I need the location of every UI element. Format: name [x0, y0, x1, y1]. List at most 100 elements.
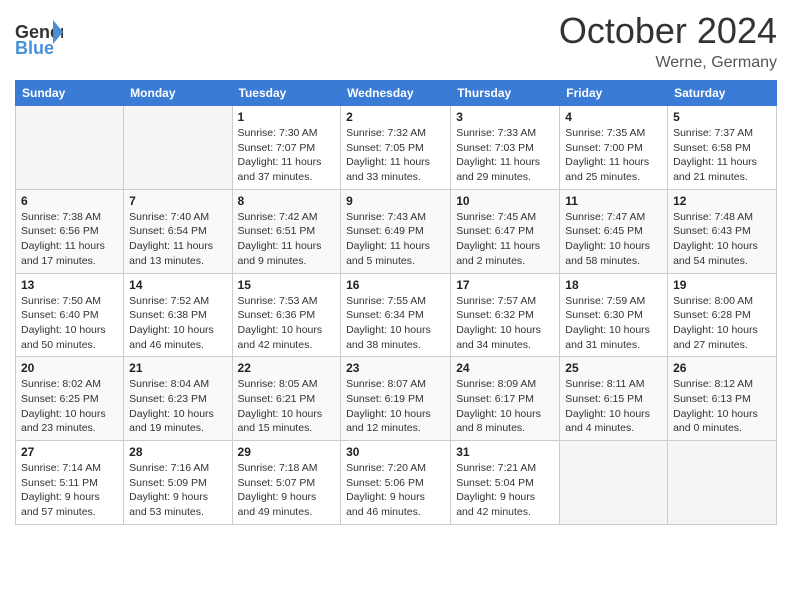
- calendar-cell: 9 Sunrise: 7:43 AMSunset: 6:49 PMDaylight…: [341, 189, 451, 273]
- calendar-cell: 24 Sunrise: 8:09 AMSunset: 6:17 PMDayligh…: [451, 357, 560, 441]
- page: General Blue October 2024 Werne, Germany…: [0, 0, 792, 612]
- calendar-cell: 16Sunrise: 7:55 AMSunset: 6:34 PMDayligh…: [341, 273, 451, 357]
- calendar-cell: 14 Sunrise: 7:52 AMSunset: 6:38 PMDayligh…: [124, 273, 232, 357]
- day-info: Sunrise: 7:40 AMSunset: 6:54 PMDaylight:…: [129, 210, 226, 269]
- day-info: Sunrise: 8:04 AMSunset: 6:23 PMDaylight:…: [129, 377, 226, 436]
- calendar-cell: 1 Sunrise: 7:30 AMSunset: 7:07 PMDaylight…: [232, 106, 341, 190]
- calendar-cell: 6Sunrise: 7:38 AMSunset: 6:56 PMDaylight…: [16, 189, 124, 273]
- day-info: Sunrise: 7:42 AMSunset: 6:51 PMDaylight:…: [238, 210, 336, 269]
- day-info: Sunrise: 8:02 AMSunset: 6:25 PMDaylight:…: [21, 377, 118, 436]
- calendar-cell: 23 Sunrise: 8:07 AMSunset: 6:19 PMDayligh…: [341, 357, 451, 441]
- day-info: Sunrise: 7:48 AMSunset: 6:43 PMDaylight:…: [673, 210, 771, 269]
- calendar-cell: 4 Sunrise: 7:35 AMSunset: 7:00 PMDaylight…: [560, 106, 668, 190]
- calendar-cell: 19 Sunrise: 8:00 AMSunset: 6:28 PMDayligh…: [668, 273, 777, 357]
- calendar-cell: 8Sunrise: 7:42 AMSunset: 6:51 PMDaylight…: [232, 189, 341, 273]
- title-block: October 2024 Werne, Germany: [559, 10, 777, 72]
- day-info: Sunrise: 8:09 AMSunset: 6:17 PMDaylight:…: [456, 377, 554, 436]
- calendar-cell: [560, 441, 668, 525]
- calendar-cell: 28 Sunrise: 7:16 AMSunset: 5:09 PMDayligh…: [124, 441, 232, 525]
- day-number: 20: [21, 361, 118, 375]
- day-info: Sunrise: 7:52 AMSunset: 6:38 PMDaylight:…: [129, 294, 226, 353]
- day-number: 3: [456, 110, 554, 124]
- day-info: Sunrise: 7:30 AMSunset: 7:07 PMDaylight:…: [238, 126, 336, 185]
- day-number: 15: [238, 278, 336, 292]
- calendar-cell: 27 Sunrise: 7:14 AMSunset: 5:11 PMDayligh…: [16, 441, 124, 525]
- calendar-cell: 10 Sunrise: 7:45 AMSunset: 6:47 PMDayligh…: [451, 189, 560, 273]
- calendar-cell: 30Sunrise: 7:20 AMSunset: 5:06 PMDayligh…: [341, 441, 451, 525]
- calendar-cell: 25 Sunrise: 8:11 AMSunset: 6:15 PMDayligh…: [560, 357, 668, 441]
- day-info: Sunrise: 7:32 AMSunset: 7:05 PMDaylight:…: [346, 126, 445, 185]
- weekday-header-thursday: Thursday: [451, 81, 560, 106]
- day-number: 31: [456, 445, 554, 459]
- day-number: 11: [565, 194, 662, 208]
- calendar-cell: 26Sunrise: 8:12 AMSunset: 6:13 PMDayligh…: [668, 357, 777, 441]
- day-info: Sunrise: 7:59 AMSunset: 6:30 PMDaylight:…: [565, 294, 662, 353]
- day-number: 5: [673, 110, 771, 124]
- day-number: 10: [456, 194, 554, 208]
- day-number: 23: [346, 361, 445, 375]
- day-number: 25: [565, 361, 662, 375]
- calendar-cell: 29 Sunrise: 7:18 AMSunset: 5:07 PMDayligh…: [232, 441, 341, 525]
- calendar-cell: 31 Sunrise: 7:21 AMSunset: 5:04 PMDayligh…: [451, 441, 560, 525]
- calendar-week-row: 1 Sunrise: 7:30 AMSunset: 7:07 PMDaylight…: [16, 106, 777, 190]
- calendar-cell: 17 Sunrise: 7:57 AMSunset: 6:32 PMDayligh…: [451, 273, 560, 357]
- calendar-cell: 12 Sunrise: 7:48 AMSunset: 6:43 PMDayligh…: [668, 189, 777, 273]
- day-number: 12: [673, 194, 771, 208]
- logo: General Blue: [15, 18, 65, 60]
- day-info: Sunrise: 7:53 AMSunset: 6:36 PMDaylight:…: [238, 294, 336, 353]
- calendar-cell: 20 Sunrise: 8:02 AMSunset: 6:25 PMDayligh…: [16, 357, 124, 441]
- day-info: Sunrise: 7:20 AMSunset: 5:06 PMDaylight:…: [346, 461, 445, 520]
- day-info: Sunrise: 7:14 AMSunset: 5:11 PMDaylight:…: [21, 461, 118, 520]
- header: General Blue October 2024 Werne, Germany: [15, 10, 777, 72]
- calendar-cell: 2 Sunrise: 7:32 AMSunset: 7:05 PMDaylight…: [341, 106, 451, 190]
- logo-icon: General Blue: [15, 18, 63, 60]
- day-number: 27: [21, 445, 118, 459]
- calendar-cell: 7 Sunrise: 7:40 AMSunset: 6:54 PMDaylight…: [124, 189, 232, 273]
- day-info: Sunrise: 7:50 AMSunset: 6:40 PMDaylight:…: [21, 294, 118, 353]
- calendar-cell: [16, 106, 124, 190]
- day-info: Sunrise: 8:05 AMSunset: 6:21 PMDaylight:…: [238, 377, 336, 436]
- calendar-week-row: 6Sunrise: 7:38 AMSunset: 6:56 PMDaylight…: [16, 189, 777, 273]
- calendar-cell: 3Sunrise: 7:33 AMSunset: 7:03 PMDaylight…: [451, 106, 560, 190]
- day-number: 9: [346, 194, 445, 208]
- day-info: Sunrise: 7:43 AMSunset: 6:49 PMDaylight:…: [346, 210, 445, 269]
- day-info: Sunrise: 8:11 AMSunset: 6:15 PMDaylight:…: [565, 377, 662, 436]
- calendar-week-row: 27 Sunrise: 7:14 AMSunset: 5:11 PMDayligh…: [16, 441, 777, 525]
- weekday-header-friday: Friday: [560, 81, 668, 106]
- day-number: 18: [565, 278, 662, 292]
- day-info: Sunrise: 7:55 AMSunset: 6:34 PMDaylight:…: [346, 294, 445, 353]
- day-info: Sunrise: 7:37 AMSunset: 6:58 PMDaylight:…: [673, 126, 771, 185]
- day-number: 19: [673, 278, 771, 292]
- day-number: 13: [21, 278, 118, 292]
- calendar-week-row: 13 Sunrise: 7:50 AMSunset: 6:40 PMDayligh…: [16, 273, 777, 357]
- calendar-cell: 18 Sunrise: 7:59 AMSunset: 6:30 PMDayligh…: [560, 273, 668, 357]
- calendar-week-row: 20 Sunrise: 8:02 AMSunset: 6:25 PMDayligh…: [16, 357, 777, 441]
- calendar-cell: 22 Sunrise: 8:05 AMSunset: 6:21 PMDayligh…: [232, 357, 341, 441]
- day-number: 2: [346, 110, 445, 124]
- day-number: 7: [129, 194, 226, 208]
- day-number: 22: [238, 361, 336, 375]
- day-info: Sunrise: 7:21 AMSunset: 5:04 PMDaylight:…: [456, 461, 554, 520]
- day-number: 24: [456, 361, 554, 375]
- day-info: Sunrise: 8:12 AMSunset: 6:13 PMDaylight:…: [673, 377, 771, 436]
- weekday-header-monday: Monday: [124, 81, 232, 106]
- day-number: 14: [129, 278, 226, 292]
- day-info: Sunrise: 7:16 AMSunset: 5:09 PMDaylight:…: [129, 461, 226, 520]
- day-number: 4: [565, 110, 662, 124]
- day-number: 1: [238, 110, 336, 124]
- day-info: Sunrise: 8:07 AMSunset: 6:19 PMDaylight:…: [346, 377, 445, 436]
- day-info: Sunrise: 7:45 AMSunset: 6:47 PMDaylight:…: [456, 210, 554, 269]
- day-number: 29: [238, 445, 336, 459]
- calendar-cell: 21Sunrise: 8:04 AMSunset: 6:23 PMDayligh…: [124, 357, 232, 441]
- weekday-header-tuesday: Tuesday: [232, 81, 341, 106]
- day-info: Sunrise: 8:00 AMSunset: 6:28 PMDaylight:…: [673, 294, 771, 353]
- day-info: Sunrise: 7:18 AMSunset: 5:07 PMDaylight:…: [238, 461, 336, 520]
- weekday-header-saturday: Saturday: [668, 81, 777, 106]
- weekday-header-row: SundayMondayTuesdayWednesdayThursdayFrid…: [16, 81, 777, 106]
- day-info: Sunrise: 7:35 AMSunset: 7:00 PMDaylight:…: [565, 126, 662, 185]
- day-number: 28: [129, 445, 226, 459]
- weekday-header-wednesday: Wednesday: [341, 81, 451, 106]
- weekday-header-sunday: Sunday: [16, 81, 124, 106]
- day-info: Sunrise: 7:57 AMSunset: 6:32 PMDaylight:…: [456, 294, 554, 353]
- day-number: 17: [456, 278, 554, 292]
